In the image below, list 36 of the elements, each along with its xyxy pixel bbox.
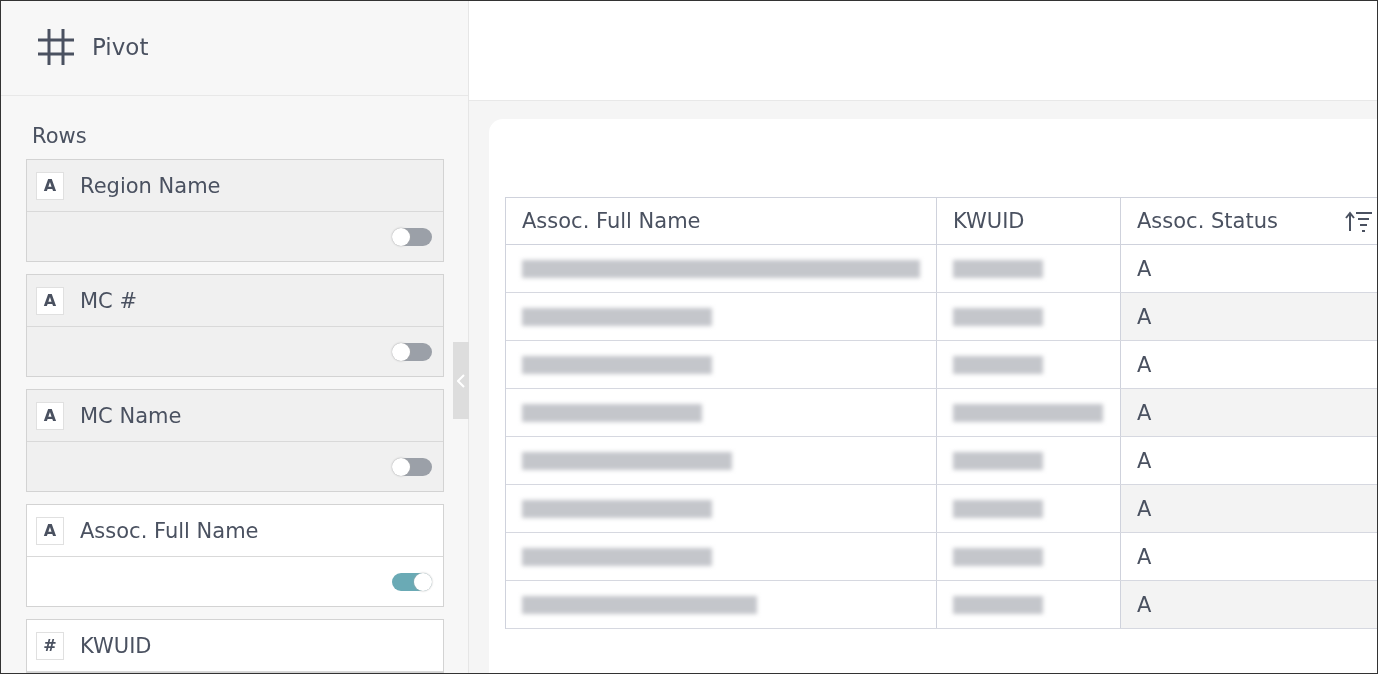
table-cell: A xyxy=(1120,293,1377,340)
field-card[interactable]: A MC Name xyxy=(26,389,444,492)
section-label: Rows xyxy=(32,124,88,148)
field-card[interactable]: # KWUID xyxy=(26,619,444,673)
column-header[interactable]: Assoc. Status xyxy=(1120,198,1377,244)
type-glyph: A xyxy=(36,286,64,315)
chevron-left-icon xyxy=(457,373,465,388)
field-label: MC Name xyxy=(80,403,182,428)
field-card[interactable]: A Region Name xyxy=(26,159,444,262)
toggle-switch[interactable] xyxy=(392,342,432,361)
field-label: Assoc. Full Name xyxy=(80,518,259,543)
toggle-switch[interactable] xyxy=(392,572,432,591)
collapse-handle[interactable] xyxy=(453,342,469,419)
table-cell: A xyxy=(1120,389,1377,436)
sort-icon[interactable] xyxy=(1345,210,1373,232)
column-header[interactable]: KWUID xyxy=(936,198,1120,244)
field-label: MC # xyxy=(80,288,138,313)
table-cell: A xyxy=(1120,341,1377,388)
type-glyph: A xyxy=(36,401,64,430)
field-label: Region Name xyxy=(80,173,221,198)
table-cell: A xyxy=(1120,533,1377,580)
grid-icon xyxy=(37,28,75,66)
type-glyph: A xyxy=(36,516,64,545)
field-card[interactable]: A Assoc. Full Name xyxy=(26,504,444,607)
column-header[interactable]: Assoc. Full Name xyxy=(506,198,936,244)
type-glyph: A xyxy=(36,171,64,200)
table-cell: A xyxy=(1120,437,1377,484)
table-cell: A xyxy=(1120,245,1377,292)
type-glyph: # xyxy=(36,631,64,660)
panel-title: Pivot xyxy=(92,34,149,60)
field-card[interactable]: A MC # xyxy=(26,274,444,377)
table-cell: A xyxy=(1120,485,1377,532)
table-cell: A xyxy=(1120,581,1377,628)
toggle-switch[interactable] xyxy=(392,227,432,246)
field-label: KWUID xyxy=(80,633,152,658)
toggle-switch[interactable] xyxy=(392,457,432,476)
